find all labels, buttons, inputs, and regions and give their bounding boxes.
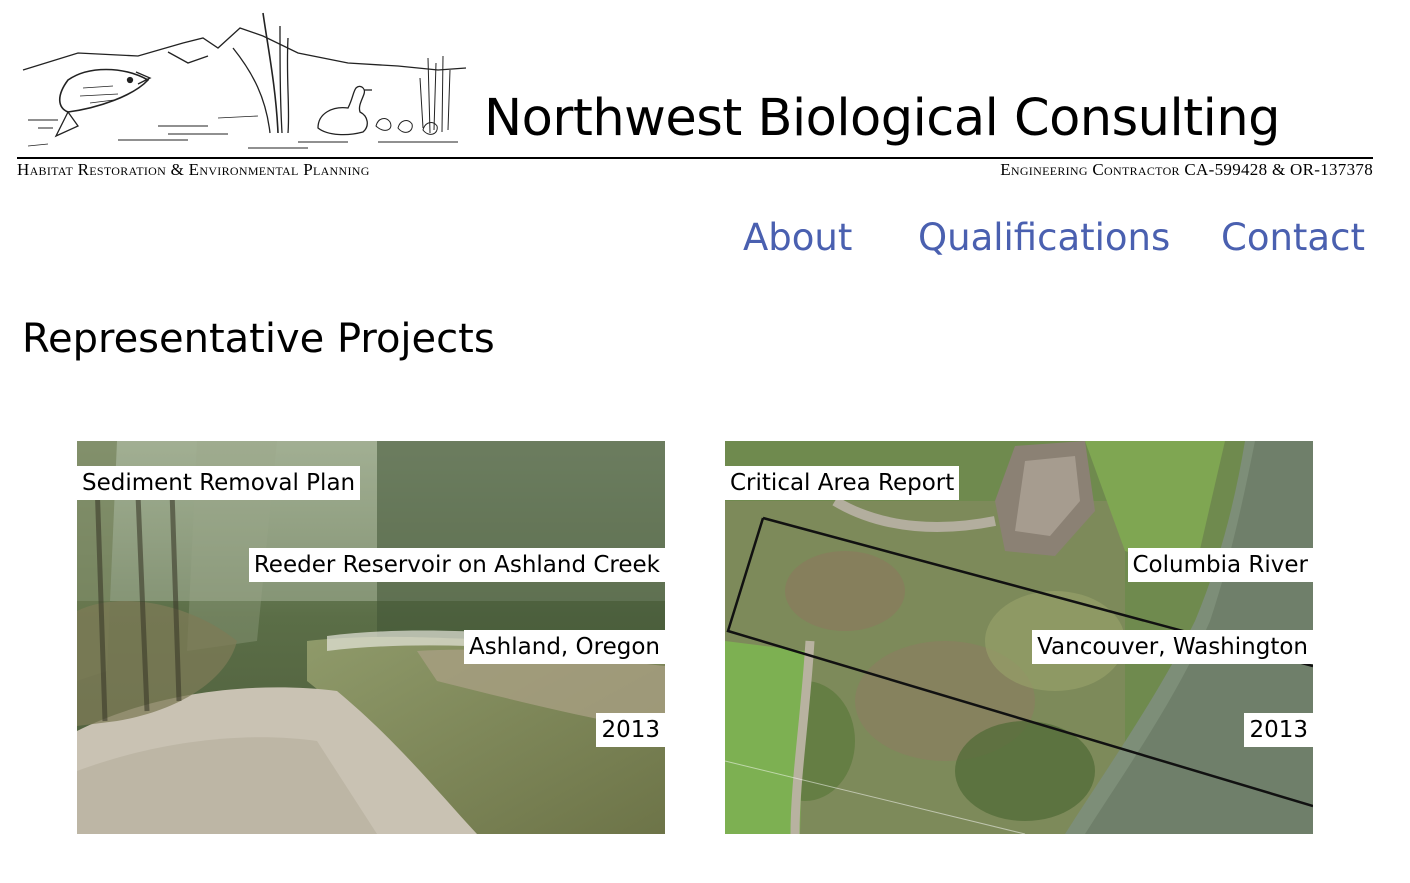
project-site: Reeder Reservoir on Ashland Creek <box>248 548 665 582</box>
tagline-services: Habitat Restoration & Environmental Plan… <box>17 160 370 179</box>
nav-link-qualifications[interactable]: Qualifications <box>918 216 1170 259</box>
header-divider <box>17 157 1373 159</box>
project-location: Ashland, Oregon <box>463 630 665 664</box>
project-year: 2013 <box>596 713 665 747</box>
site-title: Northwest Biological Consulting <box>484 89 1281 148</box>
project-card-critical-area[interactable]: Critical Area Report Columbia River Vanc… <box>725 441 1313 834</box>
project-location: Vancouver, Washington <box>1032 630 1313 664</box>
project-year: 2013 <box>1244 713 1313 747</box>
project-site: Columbia River <box>1127 548 1313 582</box>
project-title: Critical Area Report <box>725 466 960 500</box>
nav-link-contact[interactable]: Contact <box>1221 216 1365 259</box>
project-title: Sediment Removal Plan <box>77 466 361 500</box>
page-heading: Representative Projects <box>22 316 495 362</box>
nav-link-about[interactable]: About <box>743 216 852 259</box>
project-card-sediment-removal[interactable]: Sediment Removal Plan Reeder Reservoir o… <box>77 441 665 834</box>
logo-sketch-icon[interactable] <box>18 8 473 158</box>
tagline-license: Engineering Contractor CA-599428 & OR-13… <box>1000 160 1373 179</box>
